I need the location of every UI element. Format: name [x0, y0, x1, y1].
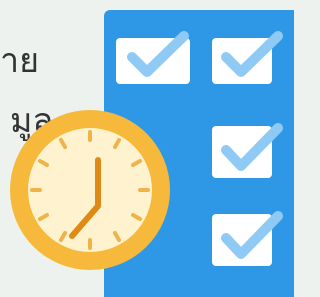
clock-icon	[10, 110, 170, 270]
illustration-canvas: าย มูล	[0, 0, 294, 297]
checkbox-3	[212, 123, 283, 178]
illustration-svg	[10, 10, 294, 297]
clock-face	[28, 128, 152, 252]
checkbox-1	[116, 31, 190, 84]
checkbox-4	[212, 211, 283, 266]
checkbox-2	[212, 31, 283, 84]
